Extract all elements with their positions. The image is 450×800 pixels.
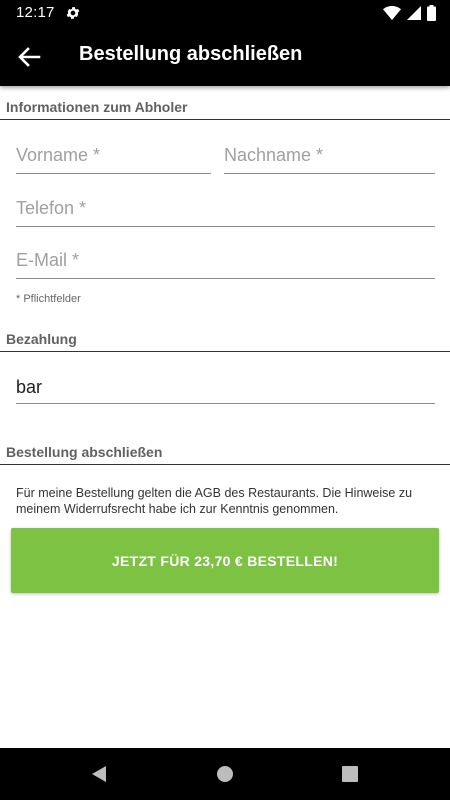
- status-bar: 12:17: [0, 0, 450, 26]
- order-checkout-screen: 12:17 Bestellung abschließen Information…: [0, 0, 450, 800]
- section-title-checkout: Bestellung abschließen: [6, 444, 163, 460]
- last-name-input[interactable]: [224, 145, 435, 166]
- app-bar: Bestellung abschließen: [0, 26, 450, 86]
- page-title: Bestellung abschließen: [79, 43, 303, 65]
- first-name-input[interactable]: [16, 145, 211, 166]
- section-header-checkout: Bestellung abschließen: [0, 442, 450, 465]
- back-triangle-icon[interactable]: [90, 764, 110, 784]
- section-header-pickup: Informationen zum Abholer: [0, 97, 450, 120]
- section-title-payment: Bezahlung: [6, 331, 77, 347]
- required-fields-hint: * Pflichtfelder: [16, 293, 81, 305]
- home-circle-icon[interactable]: [215, 764, 235, 784]
- status-time: 12:17: [16, 4, 55, 21]
- section-header-payment: Bezahlung: [0, 329, 450, 352]
- signal-icon: [407, 6, 421, 20]
- recents-square-icon[interactable]: [340, 764, 360, 784]
- last-name-field[interactable]: [224, 145, 435, 174]
- email-input[interactable]: [16, 250, 435, 271]
- payment-method-select[interactable]: [16, 374, 435, 404]
- battery-icon: [427, 5, 436, 21]
- navigation-bar: [0, 748, 450, 800]
- gear-icon: [66, 7, 80, 19]
- payment-method-value: bar: [16, 377, 43, 397]
- wifi-icon: [383, 6, 401, 20]
- phone-input[interactable]: [16, 198, 435, 219]
- section-title-pickup: Informationen zum Abholer: [6, 99, 188, 115]
- phone-field[interactable]: [16, 198, 435, 227]
- first-name-field[interactable]: [16, 145, 211, 174]
- arrow-left-icon[interactable]: [14, 42, 44, 72]
- terms-text: Für meine Bestellung gelten die AGB des …: [16, 486, 413, 516]
- place-order-button[interactable]: JETZT FÜR 23,70 € BESTELLEN!: [11, 528, 439, 593]
- email-field[interactable]: [16, 250, 435, 279]
- status-icons: [383, 5, 436, 21]
